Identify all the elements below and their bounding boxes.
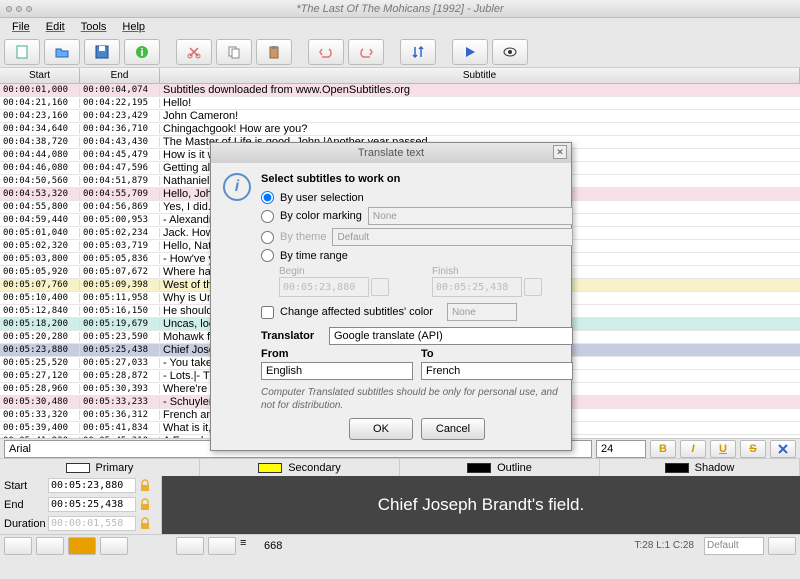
gear-icon [371, 278, 389, 296]
translator-select[interactable] [329, 327, 573, 345]
time-grid: Start End Duration [0, 476, 162, 534]
theme-combo [332, 228, 573, 246]
to-lang-select[interactable] [421, 362, 573, 380]
menu-tools[interactable]: Tools [75, 19, 113, 35]
menubar: File Edit Tools Help [0, 18, 800, 36]
menu-file[interactable]: File [6, 19, 36, 35]
window-controls[interactable] [6, 6, 32, 12]
col-start[interactable]: Start [0, 68, 80, 83]
radio-user-selection[interactable]: By user selection [261, 191, 573, 204]
status-btn-6[interactable] [208, 537, 236, 555]
radio-color-marking[interactable]: By color marking [261, 207, 573, 225]
table-row[interactable]: 00:00:01,00000:00:04,074Subtitles downlo… [0, 84, 800, 97]
status-btn-5[interactable] [176, 537, 204, 555]
paste-button[interactable] [256, 39, 292, 65]
start-time-input[interactable] [48, 478, 136, 493]
cancel-button[interactable]: Cancel [421, 418, 485, 440]
save-button[interactable] [84, 39, 120, 65]
copy-button[interactable] [216, 39, 252, 65]
status-count: 668 [264, 540, 282, 552]
color-shadow[interactable]: Shadow [600, 459, 800, 476]
menu-help[interactable]: Help [116, 19, 151, 35]
color-bar: Primary Secondary Outline Shadow [0, 458, 800, 476]
translate-dialog: Translate text ✕ i Select subtitles to w… [210, 142, 572, 451]
duration-input[interactable] [48, 516, 136, 531]
strike-button[interactable]: S [740, 440, 766, 458]
info-icon: i [223, 173, 251, 201]
italic-button[interactable]: I [680, 440, 706, 458]
radio-theme[interactable]: By theme [261, 228, 573, 246]
status-btn-1[interactable] [4, 537, 32, 555]
bold-button[interactable]: B [650, 440, 676, 458]
svg-text:i: i [140, 47, 143, 59]
table-row[interactable]: 00:04:21,16000:04:22,195Hello! [0, 97, 800, 110]
close-button[interactable]: ✕ [553, 145, 567, 159]
col-subtitle[interactable]: Subtitle [160, 68, 800, 83]
finish-input [432, 277, 522, 297]
status-btn-7[interactable] [768, 537, 796, 555]
play-button[interactable] [452, 39, 488, 65]
status-btn-4[interactable] [100, 537, 128, 555]
status-info: T:28 L:1 C:28 [635, 540, 694, 551]
count-icon: ≡ [240, 537, 260, 555]
lock-icon[interactable] [138, 498, 152, 512]
table-row[interactable]: 00:04:34,64000:04:36,710Chingachgook! Ho… [0, 123, 800, 136]
status-btn-3[interactable] [68, 537, 96, 555]
color-change-combo [447, 303, 517, 321]
color-outline[interactable]: Outline [400, 459, 600, 476]
dialog-title: Translate text ✕ [211, 143, 571, 163]
ok-button[interactable]: OK [349, 418, 413, 440]
window-title: *The Last Of The Mohicans [1992] - Juble… [296, 3, 503, 15]
gear-icon [524, 278, 542, 296]
redo-button[interactable] [348, 39, 384, 65]
radio-time-range[interactable]: By time range [261, 249, 573, 262]
color-primary[interactable]: Primary [0, 459, 200, 476]
color-combo [368, 207, 573, 225]
statusbar: ≡ 668 T:28 L:1 C:28 [0, 534, 800, 556]
titlebar: *The Last Of The Mohicans [1992] - Juble… [0, 0, 800, 18]
dialog-note: Computer Translated subtitles should be … [261, 386, 573, 412]
table-header: Start End Subtitle [0, 68, 800, 84]
preview-button[interactable] [492, 39, 528, 65]
end-time-input[interactable] [48, 497, 136, 512]
menu-edit[interactable]: Edit [40, 19, 71, 35]
underline-button[interactable]: U [710, 440, 736, 458]
clear-format-button[interactable] [770, 440, 796, 458]
preview-area: Start End Duration Chief Joseph Brandt's… [0, 476, 800, 534]
sort-button[interactable] [400, 39, 436, 65]
subtitle-preview: Chief Joseph Brandt's field. [162, 476, 800, 534]
color-secondary[interactable]: Secondary [200, 459, 400, 476]
col-end[interactable]: End [80, 68, 160, 83]
size-select[interactable] [596, 440, 646, 458]
open-button[interactable] [44, 39, 80, 65]
toolbar: i [0, 36, 800, 68]
undo-button[interactable] [308, 39, 344, 65]
from-lang-select[interactable] [261, 362, 413, 380]
info-button[interactable]: i [124, 39, 160, 65]
begin-input [279, 277, 369, 297]
table-row[interactable]: 00:04:23,16000:04:23,429John Cameron! [0, 110, 800, 123]
status-btn-2[interactable] [36, 537, 64, 555]
lock-icon[interactable] [138, 517, 152, 531]
new-button[interactable] [4, 39, 40, 65]
cut-button[interactable] [176, 39, 212, 65]
lock-icon[interactable] [138, 479, 152, 493]
dialog-heading: Select subtitles to work on [261, 173, 573, 185]
change-color-checkbox[interactable]: Change affected subtitles' color [261, 303, 573, 321]
status-default[interactable] [704, 537, 764, 555]
